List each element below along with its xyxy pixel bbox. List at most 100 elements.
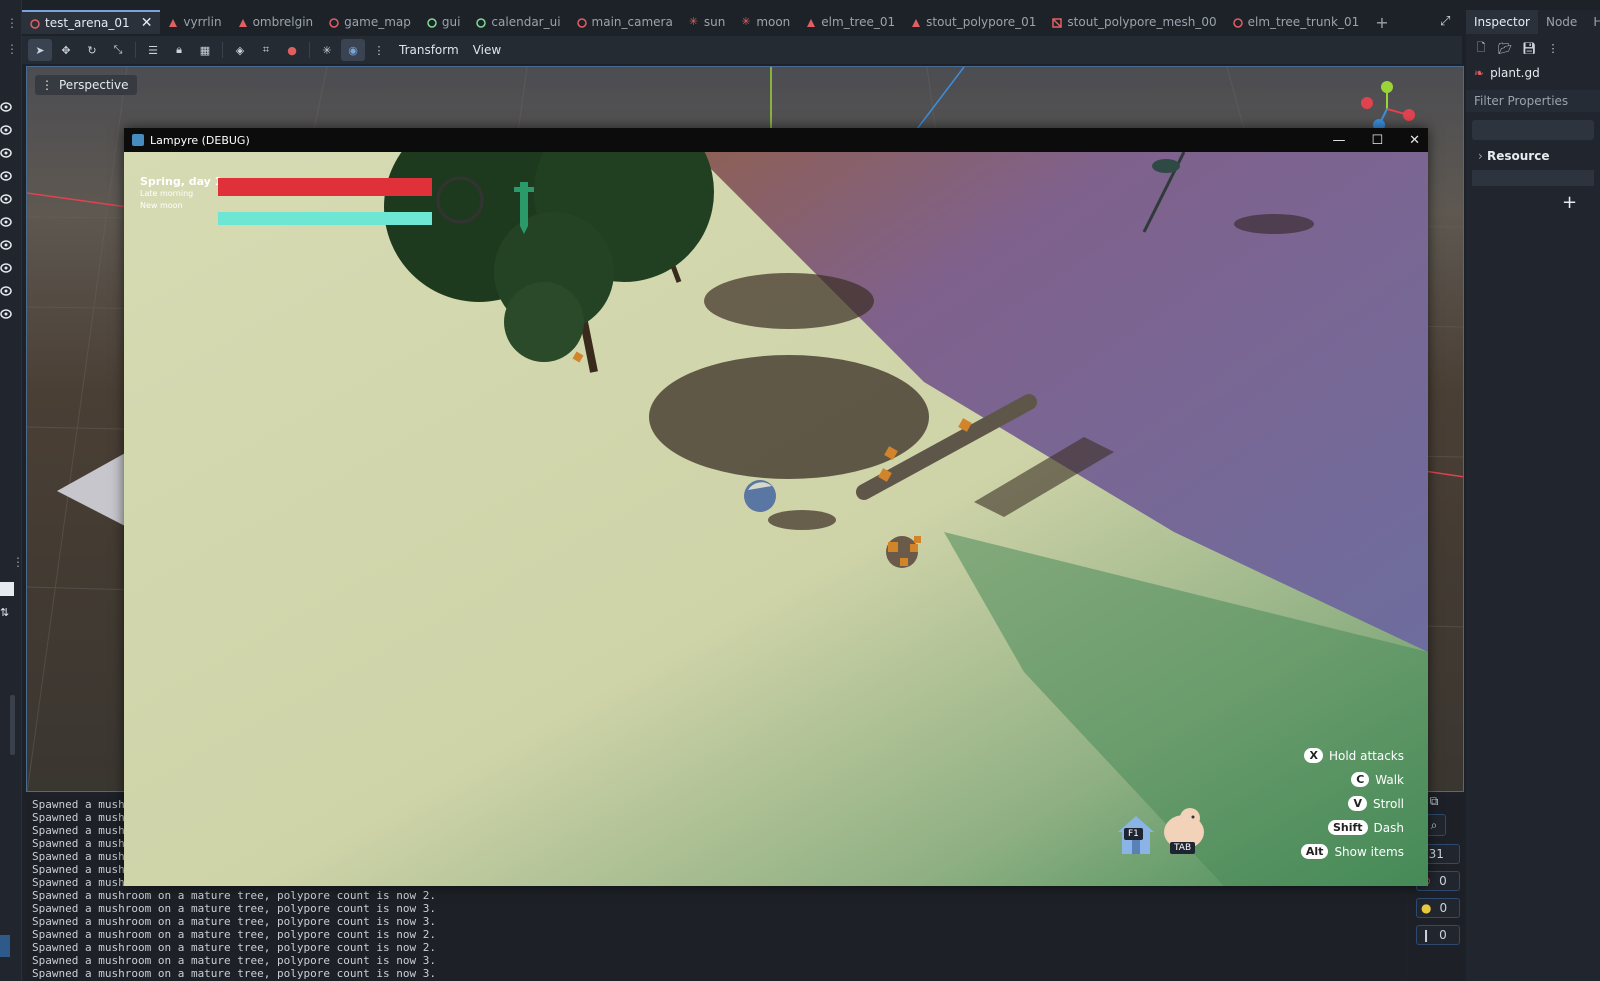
add-property-button[interactable]: + [1562,192,1600,213]
health-bar [218,178,432,196]
panel-toggle[interactable] [0,935,10,957]
minimize-icon[interactable]: — [1332,133,1345,148]
scene-icon [329,17,339,28]
tab-node[interactable]: Node [1538,10,1585,34]
menu-dots-icon[interactable]: ⋮ [1544,40,1562,56]
open-folder-icon[interactable]: 📂︎ [1496,40,1514,56]
tab-ombrelgin[interactable]: ombrelgin [230,10,322,34]
log-line: Spawned a mushroom on a mature tree, pol… [32,889,436,902]
log-line: Spawned a mushroom on a mature tree, pol… [32,967,436,980]
camera-icon[interactable]: ● [280,39,304,61]
environment-preview-icon[interactable]: ◉ [341,39,365,61]
resource-field[interactable] [1472,170,1594,186]
tab-elm-tree-trunk[interactable]: elm_tree_trunk_01 [1225,10,1368,34]
tab-stout-polypore[interactable]: stout_polypore_01 [903,10,1044,34]
tab-moon[interactable]: ✳ moon [733,10,798,34]
menu-dots-icon[interactable]: ⋮ [6,42,18,56]
toolbar-separator [222,42,223,58]
add-tab-button[interactable]: + [1367,10,1396,34]
key-badge: TAB [1170,842,1196,854]
tab-vyrrlin[interactable]: vyrrlin [160,10,229,34]
key-badge: Alt [1300,844,1329,859]
window-title: Lampyre (DEBUG) [150,133,250,147]
toolbar-separator [309,42,310,58]
property-field[interactable] [1472,120,1594,140]
visibility-eye-icon[interactable] [0,102,12,112]
stamina-bar [218,212,432,225]
tab-stout-polypore-mesh[interactable]: stout_polypore_mesh_00 [1044,10,1224,34]
visibility-eye-icon[interactable] [0,194,12,204]
tab-inspector[interactable]: Inspector [1466,10,1538,34]
light-icon: ✳ [688,15,699,28]
scene-icon [576,17,587,28]
hint-show-items: Alt Show items [1300,844,1404,859]
view-menu[interactable]: View [467,43,507,57]
new-resource-icon[interactable]: 🗋︎ [1472,40,1490,56]
local-space-icon[interactable]: ◈ [228,39,252,61]
scale-tool-icon[interactable]: ⤡ [106,39,130,61]
visibility-eye-icon[interactable] [0,263,12,273]
game-viewport[interactable]: Spring, day 1 Late morning New moon X Ho… [124,152,1428,886]
mesh-icon [1052,17,1063,28]
visibility-eye-icon[interactable] [0,286,12,296]
hint-walk: C Walk [1351,772,1404,787]
sort-icon[interactable]: ⇅ [0,606,14,620]
calendar-hud: Spring, day 1 Late morning New moon [140,176,222,212]
visibility-eye-icon[interactable] [0,171,12,181]
menu-dots-icon[interactable]: ⋮ [12,555,24,569]
close-icon[interactable]: ✕ [1409,133,1420,148]
visibility-eye-icon[interactable] [0,217,12,227]
visibility-eye-icon[interactable] [0,125,12,135]
log-line: Spawned a mushroom on a mature tree, pol… [32,915,436,928]
select-tool-icon[interactable]: ➤ [28,39,52,61]
key-badge: C [1351,772,1370,787]
inspected-file[interactable]: ❧ plant.gd [1466,62,1600,84]
rotate-tool-icon[interactable]: ↻ [80,39,104,61]
menu-dots-icon[interactable]: ⋮ [6,16,18,30]
tab-main-camera[interactable]: main_camera [569,10,681,34]
tab-test-arena[interactable]: test_arena_01 ✕ [22,10,161,34]
hint-label: Walk [1375,772,1404,787]
warning-filter[interactable]: ● 0 [1416,898,1460,918]
scene-icon [30,18,40,29]
tab-game-map[interactable]: game_map [321,10,419,34]
close-icon[interactable]: ✕ [141,15,153,31]
info-filter[interactable]: ❙ 0 [1416,925,1460,945]
lock-icon[interactable]: 🔒︎ [167,39,191,61]
scrollbar[interactable] [10,695,15,755]
move-tool-icon[interactable]: ✥ [54,39,78,61]
resource-section[interactable]: › Resource [1472,146,1594,166]
color-swatch-icon[interactable] [0,582,14,596]
menu-dots-icon[interactable]: ⋮ [367,39,391,61]
warning-icon: ● [1421,901,1432,915]
mesh-icon [911,17,921,27]
tab-gui[interactable]: gui [419,10,469,34]
snap-icon[interactable]: ⌗ [254,39,278,61]
control-icon [427,17,437,28]
tab-sun[interactable]: ✳ sun [681,10,733,34]
inspector-toolbar: 🗋︎ 📂︎ 💾︎ ⋮ [1466,34,1600,62]
time-of-day-label: Late morning [140,189,194,198]
key-badge: X [1304,748,1323,763]
visibility-eye-icon[interactable] [0,240,12,250]
perspective-menu[interactable]: ⋮ Perspective [35,75,137,95]
log-line: Spawned a mushroom on a mature tree, pol… [32,928,436,941]
group-icon[interactable]: ▦ [193,39,217,61]
left-dock-strip: ⋮ ⋮ ⋮ ⇅ [0,0,24,981]
visibility-eye-icon[interactable] [0,309,12,319]
filter-properties-input[interactable]: Filter Properties [1466,90,1600,112]
tab-history[interactable]: Hi [1585,10,1600,34]
game-window-titlebar[interactable]: Lampyre (DEBUG) — ☐ ✕ [124,128,1428,152]
control-icon [476,17,487,28]
visibility-eye-icon[interactable] [0,148,12,158]
fullscreen-icon[interactable]: ⤢ [1440,14,1456,30]
tab-elm-tree[interactable]: elm_tree_01 [798,10,903,34]
key-badge: Shift [1327,820,1368,835]
tab-calendar-ui[interactable]: calendar_ui [468,10,568,34]
sun-preview-icon[interactable]: ✳ [315,39,339,61]
list-select-icon[interactable]: ☰ [141,39,165,61]
save-icon[interactable]: 💾︎ [1520,40,1538,56]
scene-icon [1232,17,1243,28]
transform-menu[interactable]: Transform [393,43,465,57]
maximize-icon[interactable]: ☐ [1371,133,1383,148]
